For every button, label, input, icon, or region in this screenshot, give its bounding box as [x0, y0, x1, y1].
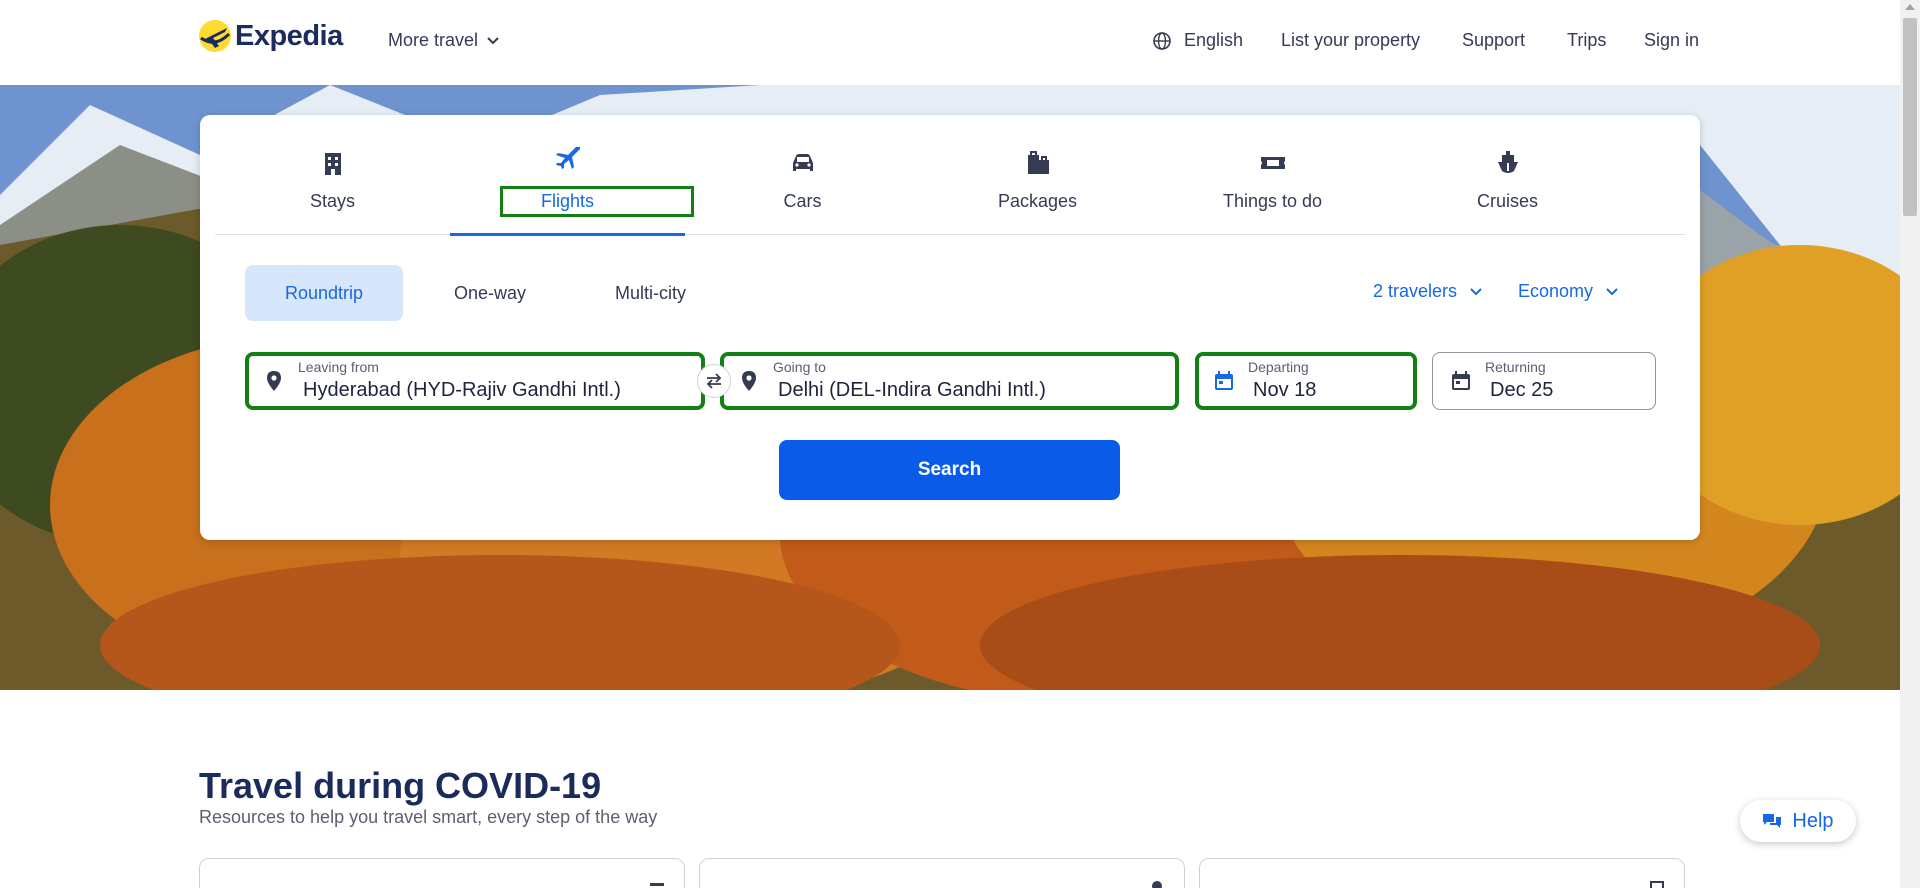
swap-arrows-icon	[706, 373, 722, 389]
info-card-3[interactable]	[1199, 858, 1685, 888]
more-travel-menu[interactable]: More travel	[388, 30, 500, 51]
search-card: Stays Flights Cars Packages Things to do…	[200, 115, 1700, 540]
logo-text: Expedia	[235, 19, 343, 52]
support-link[interactable]: Support	[1462, 30, 1525, 51]
oneway-label: One-way	[454, 282, 527, 303]
language-selector[interactable]: English	[1152, 30, 1243, 51]
list-property-label: List your property	[1281, 30, 1421, 50]
tab-cars-label: Cars	[783, 191, 822, 211]
help-label: Help	[1792, 809, 1834, 832]
returning-value: Dec 25	[1490, 379, 1554, 401]
travelers-label: 2 travelers	[1373, 281, 1458, 301]
site-header: Expedia More travel English List your pr…	[0, 0, 1900, 85]
chevron-down-icon	[1470, 287, 1482, 295]
building-icon	[324, 153, 341, 175]
returning-label: Returning	[1485, 359, 1546, 375]
page-scrollbar[interactable]	[1900, 0, 1920, 888]
calendar-icon	[1452, 371, 1470, 390]
chevron-down-icon	[1606, 287, 1618, 295]
leaving-from-field[interactable]: Leaving from Hyderabad (HYD-Rajiv Gandhi…	[245, 352, 705, 410]
multicity-option[interactable]: Multi-city	[575, 265, 726, 321]
calendar-icon	[1215, 371, 1233, 390]
support-label: Support	[1462, 30, 1526, 50]
info-card-1[interactable]	[199, 858, 685, 888]
tab-packages-label: Packages	[997, 191, 1078, 211]
going-to-field[interactable]: Going to Delhi (DEL-Indira Gandhi Intl.)	[720, 352, 1179, 410]
chevron-down-icon	[487, 36, 499, 44]
plane-icon	[555, 147, 580, 169]
scrollbar-thumb[interactable]	[1903, 18, 1917, 216]
oneway-option[interactable]: One-way	[414, 265, 566, 321]
scroll-up-arrow-icon[interactable]	[1905, 4, 1915, 10]
chat-icon	[1763, 814, 1782, 828]
leaving-from-label: Leaving from	[298, 359, 379, 375]
returning-date-field[interactable]: Returning Dec 25	[1432, 352, 1656, 410]
tab-cars[interactable]: Cars	[685, 115, 920, 235]
leaving-from-value: Hyderabad (HYD-Rajiv Gandhi Intl.)	[303, 379, 621, 401]
expedia-logo[interactable]: Expedia	[199, 18, 343, 54]
roundtrip-label: Roundtrip	[285, 282, 364, 303]
luggage-icon	[1027, 151, 1049, 174]
list-property-link[interactable]: List your property	[1281, 30, 1420, 51]
tab-things-to-do[interactable]: Things to do	[1155, 115, 1390, 235]
departing-value: Nov 18	[1253, 379, 1317, 401]
tab-things-to-do-label: Things to do	[1222, 191, 1323, 211]
multicity-label: Multi-city	[615, 282, 686, 303]
globe-icon	[1153, 31, 1171, 50]
swap-locations-button[interactable]	[697, 364, 731, 398]
tab-stays[interactable]: Stays	[215, 115, 450, 235]
document-icon	[1650, 881, 1664, 888]
going-to-label: Going to	[773, 359, 826, 375]
info-card-2[interactable]	[699, 858, 1185, 888]
car-icon	[792, 154, 813, 171]
roundtrip-option[interactable]: Roundtrip	[245, 265, 404, 321]
flights-tab-highlight	[500, 186, 694, 217]
ticket-icon	[1260, 157, 1285, 169]
travel-tabs: Stays Flights Cars Packages Things to do…	[215, 115, 1685, 236]
expedia-logo-icon	[199, 20, 231, 52]
sign-in-label: Sign in	[1644, 30, 1700, 50]
going-to-value: Delhi (DEL-Indira Gandhi Intl.)	[778, 379, 1046, 401]
tab-flights[interactable]: Flights	[450, 115, 685, 236]
trips-label: Trips	[1567, 30, 1607, 50]
cabin-class-label: Economy	[1518, 281, 1594, 301]
tab-stays-label: Stays	[309, 191, 356, 211]
location-pin-icon	[1152, 881, 1162, 888]
tab-cruises[interactable]: Cruises	[1390, 115, 1625, 235]
location-pin-icon	[267, 371, 281, 391]
document-icon	[650, 883, 664, 886]
departing-label: Departing	[1248, 359, 1309, 375]
travelers-dropdown[interactable]: 2 travelers	[1373, 281, 1483, 302]
departing-date-field[interactable]: Departing Nov 18	[1195, 352, 1417, 410]
ship-icon	[1497, 151, 1518, 173]
language-label: English	[1184, 30, 1244, 50]
search-button[interactable]: Search	[779, 440, 1120, 500]
cabin-class-dropdown[interactable]: Economy	[1518, 281, 1619, 302]
location-pin-icon	[742, 371, 756, 391]
help-button[interactable]: Help	[1740, 800, 1856, 842]
covid-section-title: Travel during COVID-19	[199, 765, 602, 806]
sign-in-link[interactable]: Sign in	[1644, 30, 1699, 51]
covid-section-subtitle: Resources to help you travel smart, ever…	[199, 807, 658, 827]
tab-packages[interactable]: Packages	[920, 115, 1155, 235]
tab-cruises-label: Cruises	[1476, 191, 1538, 211]
trips-link[interactable]: Trips	[1567, 30, 1606, 51]
more-travel-label: More travel	[388, 30, 479, 50]
